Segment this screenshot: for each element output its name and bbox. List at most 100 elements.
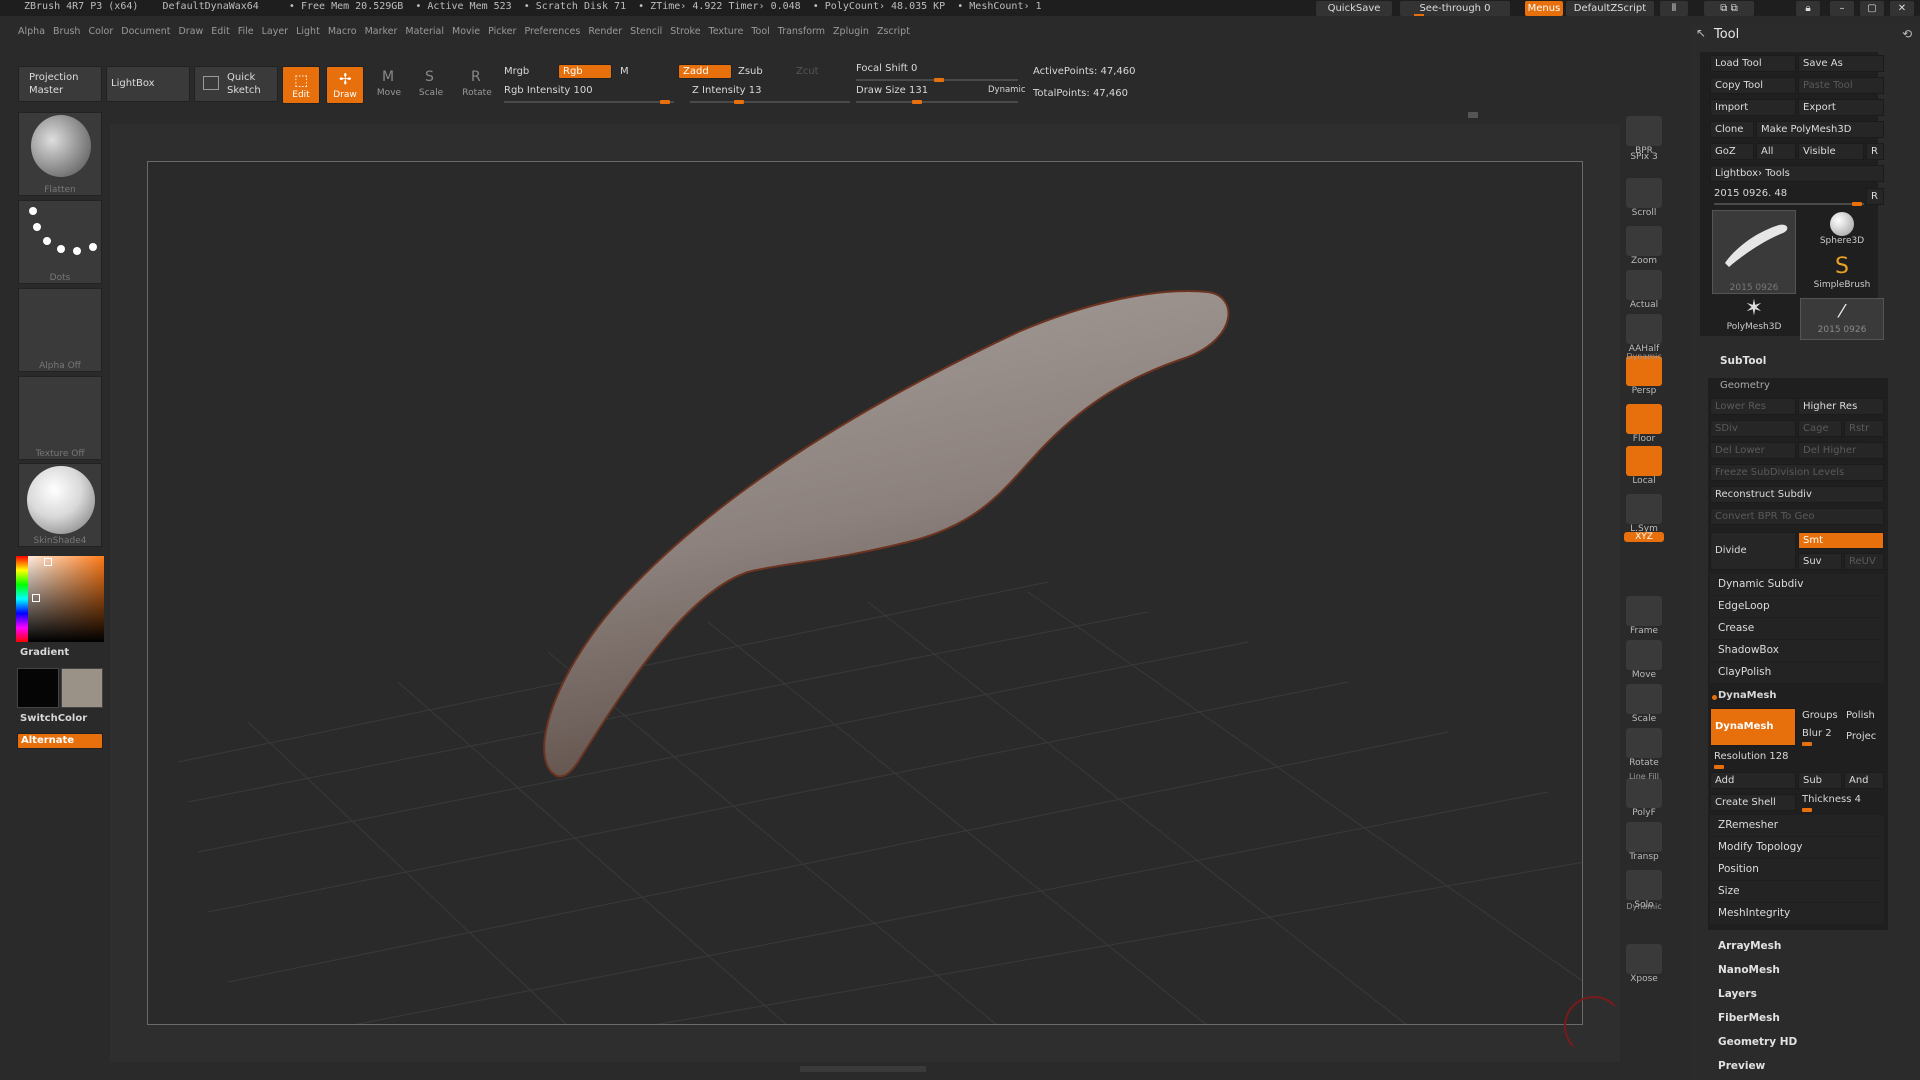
- draw-size-knob[interactable]: [912, 100, 922, 104]
- z-intensity-knob[interactable]: [734, 100, 744, 104]
- scale-button[interactable]: S Scale: [412, 66, 450, 104]
- rgb-intensity-track[interactable]: [504, 101, 674, 103]
- menu-render[interactable]: Render: [588, 26, 622, 37]
- del-higher-button[interactable]: Del Higher: [1798, 442, 1884, 459]
- layers-section[interactable]: Layers: [1718, 988, 1757, 1000]
- switchcolor-button[interactable]: SwitchColor: [20, 713, 87, 724]
- color-picker-square[interactable]: [16, 556, 104, 642]
- make-polymesh3d-button[interactable]: Make PolyMesh3D: [1756, 121, 1884, 138]
- geometry-section[interactable]: Geometry: [1720, 380, 1770, 391]
- rgb-intensity-knob[interactable]: [660, 100, 670, 104]
- rgb-button[interactable]: Rgb: [558, 64, 612, 79]
- shelf-scale-button[interactable]: Scale: [1624, 684, 1664, 724]
- hue-marker[interactable]: [44, 558, 52, 566]
- shelf-aahalf-button[interactable]: AAHalf: [1624, 314, 1664, 354]
- zadd-button[interactable]: Zadd: [678, 64, 732, 79]
- sub-button[interactable]: Sub: [1798, 772, 1842, 789]
- shelf-xpose-button[interactable]: Xpose: [1624, 944, 1664, 984]
- menu-zscript[interactable]: Zscript: [877, 26, 910, 37]
- export-button[interactable]: Export: [1798, 99, 1884, 116]
- thickness-knob[interactable]: [1802, 808, 1812, 812]
- minimize-icon[interactable]: –: [1830, 1, 1854, 16]
- shelf-polyf-button[interactable]: PolyF: [1624, 778, 1664, 818]
- color-marker[interactable]: [32, 594, 40, 602]
- move-button[interactable]: M Move: [370, 66, 408, 104]
- geometry-hd-section[interactable]: Geometry HD: [1718, 1036, 1797, 1048]
- menu-picker[interactable]: Picker: [488, 26, 516, 37]
- preview-section[interactable]: Preview: [1718, 1060, 1765, 1072]
- secondary-color-swatch[interactable]: [61, 668, 103, 708]
- shelf-local-button[interactable]: Local: [1624, 446, 1664, 486]
- gradient-label[interactable]: Gradient: [20, 647, 69, 658]
- shelf-scroll-button[interactable]: Scroll: [1624, 178, 1664, 218]
- dynamic-button[interactable]: Dynamic: [988, 85, 1026, 95]
- menu-transform[interactable]: Transform: [778, 26, 825, 37]
- shelf-xyz-button[interactable]: XYZ: [1624, 532, 1664, 542]
- del-lower-button[interactable]: Del Lower: [1710, 442, 1796, 459]
- zremesher-row[interactable]: ZRemesher: [1710, 815, 1884, 836]
- dynamesh-button[interactable]: DynaMesh: [1710, 708, 1796, 746]
- polish-toggle[interactable]: Polish: [1846, 710, 1875, 721]
- draw-size-track[interactable]: [856, 101, 1018, 103]
- dynamic-subdiv-row[interactable]: Dynamic Subdiv: [1710, 574, 1884, 595]
- copy-tool-button[interactable]: Copy Tool: [1710, 77, 1796, 94]
- current-tool-track[interactable]: [1714, 203, 1864, 205]
- reuv-button[interactable]: ReUV: [1844, 553, 1884, 570]
- shelf-floor-button[interactable]: Floor: [1624, 404, 1664, 444]
- convert-bpr-button[interactable]: Convert BPR To Geo: [1710, 508, 1884, 525]
- meshintegrity-row[interactable]: MeshIntegrity: [1710, 903, 1884, 924]
- arraymesh-section[interactable]: ArrayMesh: [1718, 940, 1781, 952]
- default-zscript-button[interactable]: DefaultZScript: [1566, 1, 1654, 16]
- rotate-button[interactable]: R Rotate: [458, 66, 496, 104]
- simplebrush-thumbnail[interactable]: S SimpleBrush: [1800, 254, 1884, 296]
- canvas-scroll-marker[interactable]: [1468, 112, 1478, 118]
- thickness-slider[interactable]: Thickness 4: [1802, 794, 1861, 805]
- layout-icon[interactable]: ⫴: [1660, 1, 1688, 16]
- tool-r-button[interactable]: R: [1866, 188, 1884, 205]
- suv-toggle[interactable]: Suv: [1798, 553, 1842, 570]
- modify-topology-row[interactable]: Modify Topology: [1710, 837, 1884, 858]
- position-row[interactable]: Position: [1710, 859, 1884, 880]
- shelf-frame-button[interactable]: Frame: [1624, 596, 1664, 636]
- freeze-subdivision-button[interactable]: Freeze SubDivision Levels: [1710, 464, 1884, 481]
- current-tool-slider[interactable]: 2015 0926. 48: [1714, 188, 1787, 199]
- shelf-zoom-button[interactable]: Zoom: [1624, 226, 1664, 266]
- menu-material[interactable]: Material: [405, 26, 444, 37]
- nanomesh-section[interactable]: NanoMesh: [1718, 964, 1780, 976]
- blur-knob[interactable]: [1802, 742, 1812, 746]
- zsub-button[interactable]: Zsub: [738, 66, 763, 77]
- claypolish-row[interactable]: ClayPolish: [1710, 662, 1884, 683]
- resolution-slider[interactable]: Resolution 128: [1714, 751, 1789, 762]
- shelf-l-sym-button[interactable]: L.Sym: [1624, 494, 1664, 534]
- quicksave-button[interactable]: QuickSave: [1316, 1, 1392, 16]
- cage-button[interactable]: Cage: [1798, 420, 1842, 437]
- texture-thumbnail[interactable]: Texture Off: [18, 376, 102, 460]
- rstr-button[interactable]: Rstr: [1844, 420, 1884, 437]
- edit-button[interactable]: ⬚ Edit: [282, 66, 320, 104]
- bottom-tray-handle[interactable]: [800, 1066, 926, 1072]
- draw-button[interactable]: ✢ Draw: [326, 66, 364, 104]
- reconstruct-subdiv-button[interactable]: Reconstruct Subdiv: [1710, 486, 1884, 503]
- add-button[interactable]: Add: [1710, 772, 1796, 789]
- project-toggle[interactable]: Projec: [1846, 731, 1876, 742]
- menu-macro[interactable]: Macro: [328, 26, 357, 37]
- shadowbox-row[interactable]: ShadowBox: [1710, 640, 1884, 661]
- resolution-knob[interactable]: [1714, 765, 1724, 769]
- goz-all-button[interactable]: All: [1756, 143, 1796, 160]
- menu-document[interactable]: Document: [121, 26, 170, 37]
- create-shell-button[interactable]: Create Shell: [1710, 794, 1796, 811]
- menu-marker[interactable]: Marker: [365, 26, 398, 37]
- tool-header[interactable]: ↖ Tool ⟲: [1690, 24, 1920, 46]
- lightbox-button[interactable]: LightBox: [106, 66, 190, 102]
- mrgb-button[interactable]: Mrgb: [504, 66, 529, 77]
- stroke-thumbnail[interactable]: Dots: [18, 200, 102, 284]
- refresh-icon[interactable]: ⟲: [1902, 27, 1912, 41]
- menu-stencil[interactable]: Stencil: [630, 26, 662, 37]
- menu-draw[interactable]: Draw: [178, 26, 203, 37]
- sculpted-mesh[interactable]: [543, 290, 1230, 778]
- menu-texture[interactable]: Texture: [709, 26, 744, 37]
- shelf-spix-3-button[interactable]: SPix 3: [1624, 152, 1664, 162]
- zcut-button[interactable]: Zcut: [796, 66, 819, 77]
- main-color-swatch[interactable]: [17, 668, 59, 708]
- tool-thumb-2015[interactable]: ⁄ 2015 0926: [1800, 298, 1884, 340]
